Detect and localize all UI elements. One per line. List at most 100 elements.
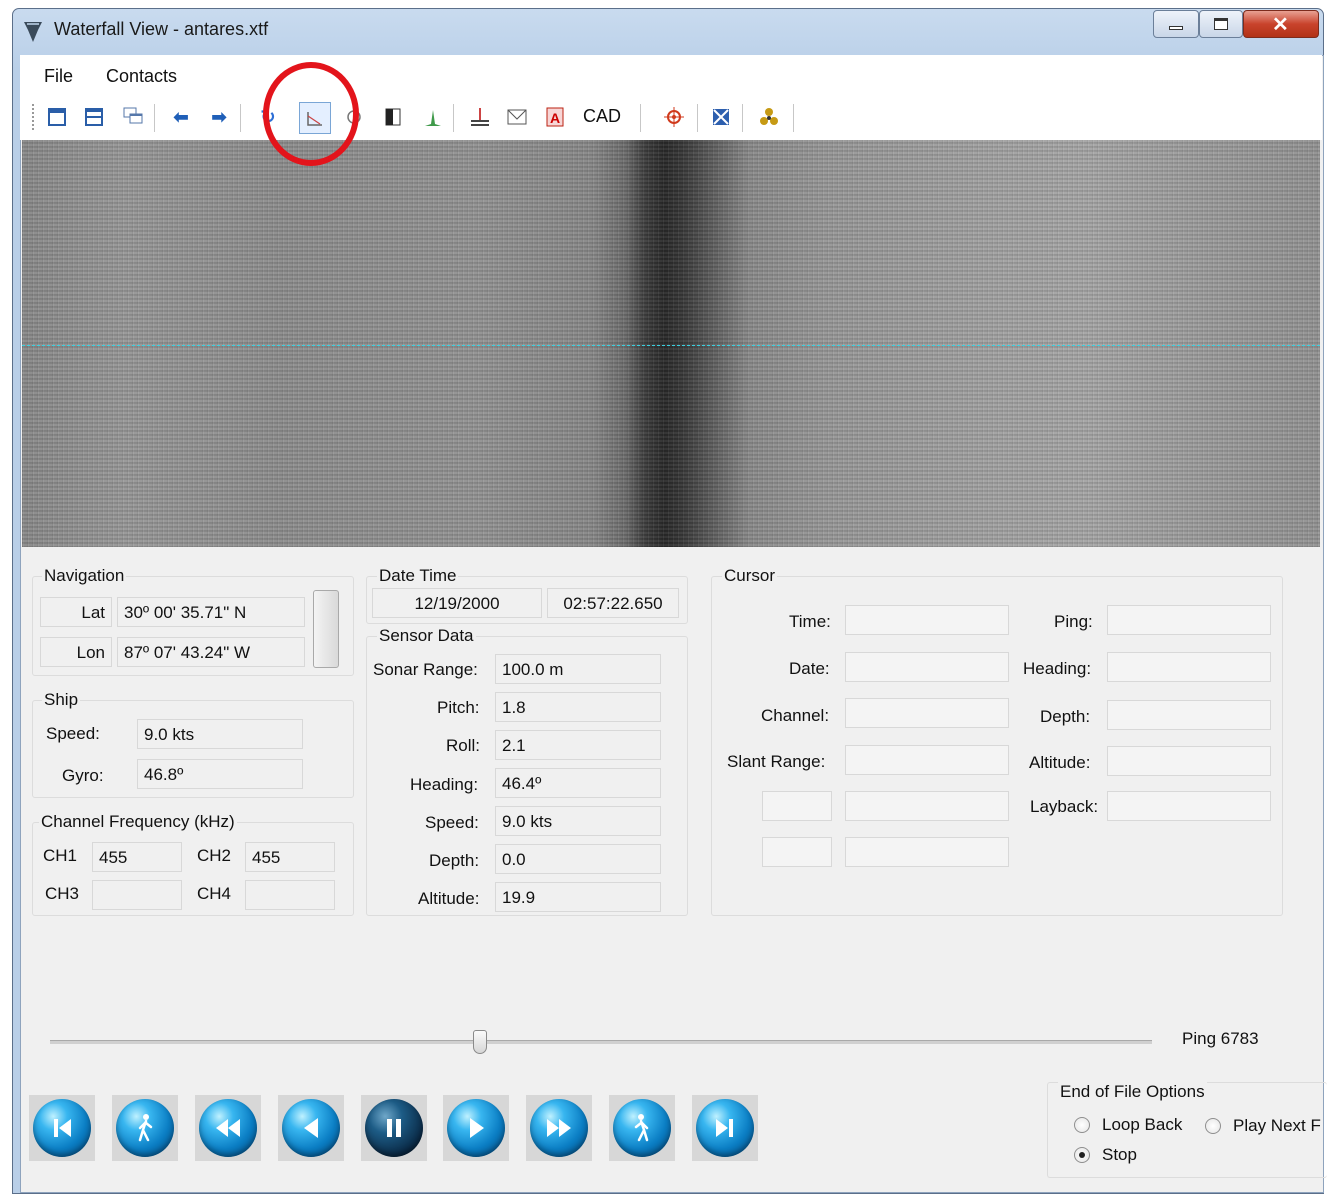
cursor-slant-range-label: Slant Range: — [727, 752, 826, 771]
lat-value: 30º 00' 35.71" N — [117, 597, 305, 627]
step-forward-walk-button[interactable] — [609, 1095, 675, 1161]
ship-group-label: Ship — [42, 690, 81, 710]
cursor-line — [22, 345, 1320, 346]
sensor-heading-value: 46.4º — [495, 768, 661, 798]
roll-label: Roll: — [446, 736, 481, 755]
play-next-radio[interactable] — [1205, 1118, 1221, 1134]
toolbar-separator — [154, 104, 156, 132]
pdf-icon[interactable]: A — [542, 104, 568, 130]
cursor-altitude-value — [1107, 746, 1271, 776]
single-window-icon[interactable] — [44, 104, 70, 130]
cursor-channel-label: Channel: — [761, 706, 830, 725]
cursor-heading-value — [1107, 652, 1271, 682]
lon-value: 87º 07' 43.24" W — [117, 637, 305, 667]
step-back-walk-button[interactable] — [112, 1095, 178, 1161]
date-time-group-label: Date Time — [377, 566, 459, 586]
navigation-group-label: Navigation — [42, 566, 127, 586]
envelope-icon[interactable] — [504, 104, 530, 130]
play-reverse-button[interactable] — [278, 1095, 344, 1161]
toolbar-separator — [793, 104, 795, 132]
toolbar-separator — [240, 104, 242, 132]
ship-gyro-value: 46.8º — [137, 759, 303, 789]
cursor-channel-value — [845, 698, 1009, 728]
cursor-ping-label: Ping: — [1054, 612, 1093, 631]
fast-forward-button[interactable] — [526, 1095, 592, 1161]
cursor-slant-range-value — [845, 745, 1009, 775]
navigation-scrollbar[interactable] — [313, 590, 339, 668]
play-next-label[interactable]: Play Next F — [1233, 1116, 1322, 1136]
skip-to-start-icon — [33, 1099, 91, 1157]
end-of-file-group-label: End of File Options — [1058, 1082, 1207, 1102]
sensor-depth-label: Depth: — [429, 851, 480, 870]
layback-icon[interactable] — [467, 104, 493, 130]
sensor-data-group-label: Sensor Data — [377, 626, 476, 646]
clear-contacts-icon[interactable] — [708, 104, 734, 130]
skip-to-end-icon — [696, 1099, 754, 1157]
loop-back-radio[interactable] — [1074, 1117, 1090, 1133]
close-button[interactable]: ✕ — [1243, 10, 1319, 38]
cursor-extra-field-1 — [762, 791, 832, 821]
menu-contacts[interactable]: Contacts — [106, 66, 177, 87]
ch4-value — [245, 880, 335, 910]
stop-radio[interactable] — [1074, 1147, 1090, 1163]
cursor-depth-label: Depth: — [1040, 707, 1091, 726]
rewind-button[interactable] — [195, 1095, 261, 1161]
lat-label: Lat — [40, 597, 112, 627]
cursor-extra-field-4 — [845, 837, 1009, 867]
pitch-label: Pitch: — [437, 698, 480, 717]
pitch-value: 1.8 — [495, 692, 661, 722]
cursor-time-value — [845, 605, 1009, 635]
pause-icon — [365, 1099, 423, 1157]
ship-speed-value: 9.0 kts — [137, 719, 303, 749]
close-icon: ✕ — [1272, 14, 1289, 36]
cursor-group-label: Cursor — [722, 566, 778, 586]
loop-back-label[interactable]: Loop Back — [1102, 1115, 1182, 1135]
cascade-windows-icon[interactable] — [120, 104, 146, 130]
toolbar-grip — [32, 104, 34, 132]
toolbar-separator — [640, 104, 642, 132]
histogram-icon[interactable] — [420, 104, 446, 130]
toolbar-separator — [453, 104, 455, 132]
menu-file[interactable]: File — [44, 66, 73, 87]
channel-frequency-group-label: Channel Frequency (kHz) — [39, 812, 237, 832]
play-button[interactable] — [443, 1095, 509, 1161]
maximize-button[interactable] — [1199, 10, 1243, 38]
sonar-range-label: Sonar Range: — [373, 660, 478, 679]
skip-to-start-button[interactable] — [29, 1095, 95, 1161]
cursor-heading-label: Heading: — [1023, 659, 1092, 678]
stop-label[interactable]: Stop — [1102, 1145, 1137, 1165]
play-icon — [447, 1099, 505, 1157]
cursor-date-label: Date: — [789, 659, 830, 678]
ch1-label: CH1 — [43, 846, 78, 865]
skip-to-end-button[interactable] — [692, 1095, 758, 1161]
ch3-value — [92, 880, 182, 910]
lon-label: Lon — [40, 637, 112, 667]
arrow-right-icon[interactable]: ➡ — [206, 104, 232, 130]
ch4-label: CH4 — [197, 884, 232, 903]
highlight-circle-annotation — [263, 62, 359, 166]
radiation-icon[interactable] — [756, 104, 782, 130]
maximize-icon — [1214, 18, 1228, 30]
ship-speed-label: Speed: — [46, 724, 100, 743]
cursor-layback-label: Layback: — [1030, 797, 1099, 816]
arrow-left-icon[interactable]: ⬅ — [168, 104, 194, 130]
walking-person-back-icon — [116, 1099, 174, 1157]
app-icon — [22, 20, 44, 44]
cursor-extra-field-2 — [845, 791, 1009, 821]
ch2-label: CH2 — [197, 846, 232, 865]
contrast-icon[interactable] — [380, 104, 406, 130]
horizontal-split-icon[interactable] — [81, 104, 107, 130]
target-icon[interactable] — [661, 104, 687, 130]
ping-counter: Ping 6783 — [1182, 1029, 1259, 1048]
cad-button[interactable]: CAD — [583, 106, 621, 127]
ping-slider-track[interactable] — [50, 1040, 1152, 1044]
toolbar: ⬅ ➡ ↻ A CAD — [30, 98, 810, 138]
rewind-icon — [199, 1099, 257, 1157]
sonar-waterfall-image[interactable] — [22, 140, 1320, 547]
pause-button[interactable] — [361, 1095, 427, 1161]
ping-slider-thumb[interactable] — [473, 1030, 487, 1054]
minimize-icon — [1169, 26, 1183, 30]
minimize-button[interactable] — [1153, 10, 1199, 38]
svg-text:A: A — [550, 110, 560, 126]
toolbar-separator — [742, 104, 744, 132]
